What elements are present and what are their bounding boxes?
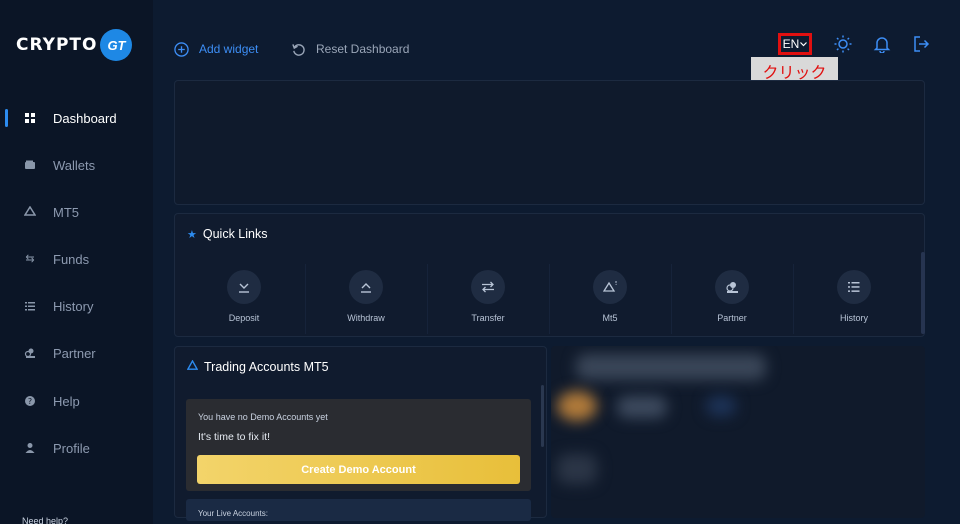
blurred-block	[557, 454, 597, 484]
sidebar-item-wallets[interactable]: Wallets	[0, 150, 153, 180]
sidebar-item-dashboard[interactable]: Dashboard	[0, 103, 153, 133]
sidebar-item-label: Funds	[53, 251, 90, 267]
quick-link-partner[interactable]: Partner	[671, 270, 793, 330]
plus-circle-icon	[174, 41, 189, 57]
sidebar-item-label: MT5	[53, 204, 79, 220]
language-selector[interactable]: EN	[778, 33, 812, 55]
transfer-icon: ⇆	[25, 253, 35, 265]
list-icon	[24, 300, 36, 312]
deposit-icon	[227, 270, 261, 304]
quick-link-label: Mt5	[602, 313, 618, 323]
wallet-icon	[24, 159, 36, 171]
blurred-block	[706, 396, 736, 416]
quick-links-title: Quick Links	[202, 227, 268, 241]
reset-dashboard-button[interactable]: Reset Dashboard	[291, 38, 409, 60]
partner-icon	[715, 270, 749, 304]
sidebar-item-funds[interactable]: ⇆ Funds	[0, 244, 153, 274]
svg-text:?: ?	[28, 397, 32, 406]
reset-icon	[292, 43, 305, 56]
sidebar-item-label: Profile	[53, 440, 90, 456]
reset-dashboard-label: Reset Dashboard	[316, 42, 410, 56]
mt5-icon: 5	[593, 270, 627, 304]
quick-links-header: ★ Quick Links	[187, 227, 267, 241]
grid-icon	[24, 112, 36, 124]
mt5-icon	[186, 359, 199, 374]
sidebar-item-label: Wallets	[53, 157, 96, 173]
demo-empty-text: You have no Demo Accounts yet	[198, 412, 328, 422]
quick-link-label: Transfer	[471, 313, 505, 323]
add-widget-button[interactable]: Add widget	[174, 38, 258, 60]
blurred-header	[576, 354, 766, 380]
user-icon	[24, 442, 36, 454]
quick-link-withdraw[interactable]: Withdraw	[305, 270, 427, 330]
mt5-icon	[23, 205, 37, 218]
logo-text: CRYPTO	[16, 35, 98, 55]
help-icon: ?	[24, 395, 36, 407]
language-label: EN	[782, 37, 800, 51]
demo-accounts-box: You have no Demo Accounts yet It's time …	[186, 399, 531, 491]
partner-icon	[24, 347, 36, 359]
history-icon	[837, 270, 871, 304]
blurred-block	[617, 396, 667, 418]
sidebar-item-label: Help	[53, 393, 80, 409]
logo-badge: GT	[100, 29, 133, 61]
quick-link-deposit[interactable]: Deposit	[183, 270, 305, 330]
quick-link-label: Deposit	[228, 313, 260, 323]
star-icon: ★	[187, 228, 197, 241]
quick-link-label: Withdraw	[347, 313, 385, 323]
live-accounts-box: Your Live Accounts:	[186, 499, 531, 521]
withdraw-icon	[349, 270, 383, 304]
trading-accounts-header: Trading Accounts MT5	[186, 359, 329, 374]
banner-widget	[174, 80, 925, 205]
quick-link-history[interactable]: History	[793, 270, 915, 330]
sidebar-item-help[interactable]: ? Help	[0, 386, 153, 416]
create-demo-account-button[interactable]: Create Demo Account	[197, 455, 520, 484]
logout-icon[interactable]	[912, 35, 930, 53]
demo-cta-text: It's time to fix it!	[198, 431, 271, 443]
logo[interactable]: CRYPTO GT	[16, 28, 133, 62]
live-accounts-label: Your Live Accounts:	[198, 509, 268, 518]
main-scrollbar[interactable]	[921, 252, 925, 334]
trading-accounts-panel: Trading Accounts MT5 You have no Demo Ac…	[174, 346, 547, 521]
sidebar-item-label: Partner	[53, 345, 96, 361]
sidebar-item-partner[interactable]: Partner	[0, 338, 153, 368]
sidebar: CRYPTO GT Dashboard Wallets MT5 ⇆ Funds …	[0, 0, 153, 524]
quick-link-transfer[interactable]: Transfer	[427, 270, 549, 330]
quick-link-label: Partner	[717, 313, 747, 323]
chevron-down-icon	[800, 42, 808, 47]
sidebar-item-mt5[interactable]: MT5	[0, 197, 153, 227]
sidebar-item-history[interactable]: History	[0, 291, 153, 321]
quick-link-mt5[interactable]: 5 Mt5	[549, 270, 671, 330]
sidebar-item-label: Dashboard	[53, 110, 117, 126]
trading-accounts-title: Trading Accounts MT5	[204, 360, 329, 374]
svg-text:5: 5	[615, 281, 617, 287]
quick-link-label: History	[839, 313, 868, 323]
quick-links-panel: ★ Quick Links Deposit Withdraw Transfer …	[174, 213, 925, 337]
trading-scrollbar[interactable]	[541, 385, 544, 447]
need-help-link[interactable]: Need help?	[22, 516, 68, 524]
theme-toggle-icon[interactable]	[834, 35, 852, 53]
add-widget-label: Add widget	[199, 42, 259, 56]
sidebar-item-profile[interactable]: Profile	[0, 433, 153, 463]
transfer-icon	[471, 270, 505, 304]
sidebar-item-label: History	[53, 298, 94, 314]
blurred-widget	[551, 346, 925, 518]
bell-icon[interactable]	[873, 35, 891, 53]
blurred-avatar	[557, 391, 597, 421]
